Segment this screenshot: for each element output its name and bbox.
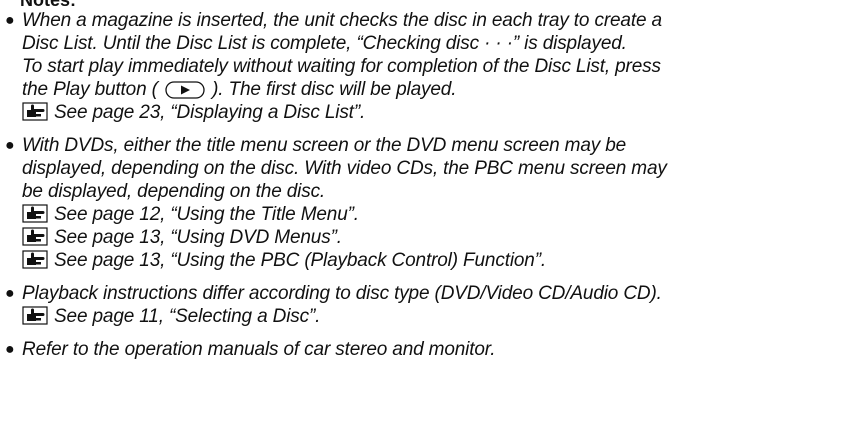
page-reference: See page 23, “Displaying a Disc List”. (22, 101, 868, 124)
note-line: With DVDs, either the title menu screen … (22, 135, 627, 156)
bullet-icon: ● (5, 12, 15, 29)
reference-text: See page 13, “Using the PBC (Playback Co… (54, 250, 547, 271)
reference-hand-icon (22, 204, 48, 223)
reference-text: See page 11, “Selecting a Disc”. (54, 306, 321, 327)
play-button-icon (165, 81, 205, 99)
note-line: Playback instructions differ according t… (22, 283, 662, 304)
note-line: Refer to the operation manuals of car st… (22, 339, 496, 360)
bullet-icon: ● (5, 341, 15, 358)
note-line: Disc List. Until the Disc List is comple… (22, 33, 627, 54)
note-item: ● When a magazine is inserted, the unit … (0, 9, 868, 124)
note-line: When a magazine is inserted, the unit ch… (22, 10, 662, 31)
page-reference: See page 13, “Using DVD Menus”. (22, 226, 868, 249)
page-reference: See page 12, “Using the Title Menu”. (22, 203, 868, 226)
bullet-icon: ● (5, 285, 15, 302)
note-item: ● With DVDs, either the title menu scree… (0, 134, 868, 272)
reference-hand-icon (22, 250, 48, 269)
reference-text: See page 12, “Using the Title Menu”. (54, 204, 359, 225)
note-text: ). The first disc will be played. (212, 79, 457, 100)
reference-text: See page 13, “Using DVD Menus”. (54, 227, 342, 248)
reference-hand-icon (22, 227, 48, 246)
page-reference: See page 11, “Selecting a Disc”. (22, 305, 868, 328)
note-text: the Play button ( (22, 79, 158, 100)
page-reference: See page 13, “Using the PBC (Playback Co… (22, 249, 868, 272)
note-line-play: the Play button ( ). The first disc will… (22, 78, 868, 101)
reference-hand-icon (22, 306, 48, 325)
note-line: be displayed, depending on the disc. (22, 181, 326, 202)
note-line: To start play immediately without waitin… (22, 56, 661, 77)
notes-list: ● When a magazine is inserted, the unit … (0, 9, 868, 371)
note-item: ● Playback instructions differ according… (0, 282, 868, 328)
bullet-icon: ● (5, 137, 15, 154)
manual-page: Notes: ● When a magazine is inserted, th… (0, 0, 868, 437)
note-line: displayed, depending on the disc. With v… (22, 158, 667, 179)
note-item: ● Refer to the operation manuals of car … (0, 338, 868, 361)
reference-hand-icon (22, 102, 48, 121)
reference-text: See page 23, “Displaying a Disc List”. (54, 102, 366, 123)
